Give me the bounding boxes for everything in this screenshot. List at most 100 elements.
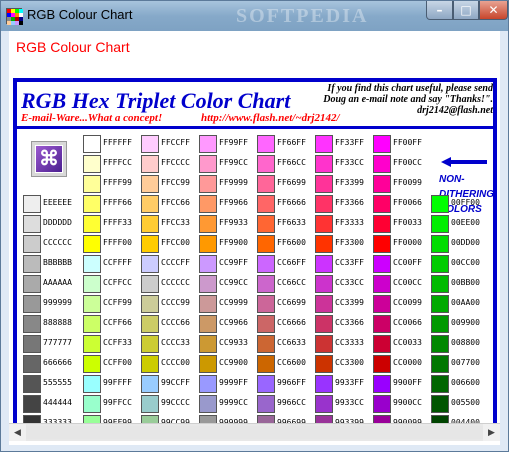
swatch-code: 00CC00 (451, 258, 480, 267)
swatch-box (83, 395, 101, 413)
swatch-row: CCFF33 CCCC33 CC9933 CC6633 CC3333 CC0033 7777… (17, 334, 493, 354)
window-title: RGB Colour Chart (27, 7, 133, 22)
swatch-code: CC66CC (277, 278, 306, 287)
swatch-box (23, 275, 41, 293)
swatch-code: CCCCCC (161, 278, 190, 287)
swatch-code: FF99FF (219, 138, 248, 147)
swatch-code: FF0099 (393, 178, 422, 187)
swatch-box (257, 135, 275, 153)
swatch-row: CCFFFF CCCCFF CC99FF CC66FF CC33FF CC00FF BBBB… (17, 254, 493, 274)
swatch-code: FF00FF (393, 138, 422, 147)
swatch-box (83, 255, 101, 273)
swatch-code: CC9966 (219, 318, 248, 327)
swatch-code: FFCC00 (161, 238, 190, 247)
swatch-code: CC3300 (335, 358, 364, 367)
swatch-box (83, 155, 101, 173)
swatch-code: CC3399 (335, 298, 364, 307)
app-window: RGB Colour Chart SOFTPEDIA – □ ✕ RGB Col… (0, 0, 509, 452)
swatch-box (431, 235, 449, 253)
swatch-box (431, 375, 449, 393)
swatch-row: CCFF99 CCCC99 CC9999 CC6699 CC3399 CC0099 9999… (17, 294, 493, 314)
horizontal-scrollbar[interactable]: ◀ ▶ (9, 423, 500, 441)
scroll-right-button[interactable]: ▶ (483, 424, 500, 441)
swatch-box (373, 375, 391, 393)
swatch-code: 007700 (451, 358, 480, 367)
swatch-code: 555555 (43, 378, 72, 387)
swatch-box (373, 155, 391, 173)
swatch-code: 99FFFF (103, 378, 132, 387)
swatch-code: 9900FF (393, 378, 422, 387)
swatch-box (199, 175, 217, 193)
swatch-box (141, 255, 159, 273)
swatch-box (373, 315, 391, 333)
swatch-code: CC9999 (219, 298, 248, 307)
swatch-code: FFFF00 (103, 238, 132, 247)
swatch-code: 9933FF (335, 378, 364, 387)
swatch-code: FF0033 (393, 218, 422, 227)
swatch-code: CCFFFF (103, 258, 132, 267)
title-bar[interactable]: RGB Colour Chart SOFTPEDIA – □ ✕ (1, 1, 508, 31)
swatch-box (199, 235, 217, 253)
swatch-box (23, 335, 41, 353)
app-icon[interactable] (6, 8, 23, 25)
swatch-box (83, 295, 101, 313)
swatch-code: FFFF99 (103, 178, 132, 187)
swatch-box (83, 355, 101, 373)
swatch-box (257, 175, 275, 193)
swatch-box (141, 215, 159, 233)
swatch-box (199, 255, 217, 273)
swatch-code: CC3333 (335, 338, 364, 347)
swatch-box (141, 175, 159, 193)
swatch-code: DDDDDD (43, 218, 72, 227)
swatch-box (23, 235, 41, 253)
chart-divider (17, 126, 493, 129)
swatch-box (257, 255, 275, 273)
swatch-code: 00FF00 (451, 198, 480, 207)
swatch-code: FF0000 (393, 238, 422, 247)
swatch-code: CC00CC (393, 278, 422, 287)
swatch-box (23, 355, 41, 373)
swatch-box (257, 295, 275, 313)
swatch-box (431, 255, 449, 273)
swatch-code: 99CCCC (161, 398, 190, 407)
swatch-row: FFFF00 FFCC00 FF9900 FF6600 FF3300 FF0000 CCCC… (17, 234, 493, 254)
swatch-code: FF66CC (277, 158, 306, 167)
swatch-code: FF3399 (335, 178, 364, 187)
swatch-code: 777777 (43, 338, 72, 347)
swatch-box (315, 375, 333, 393)
color-chart: RGB Hex Triplet Color Chart E-mail-Ware.… (13, 78, 497, 424)
swatch-box (431, 395, 449, 413)
minimize-button[interactable]: – (426, 1, 453, 20)
swatch-box (315, 355, 333, 373)
swatch-box (257, 355, 275, 373)
swatch-box (199, 395, 217, 413)
swatch-code: CC3366 (335, 318, 364, 327)
maximize-button[interactable]: □ (453, 1, 479, 20)
swatch-box (83, 135, 101, 153)
close-button[interactable]: ✕ (479, 1, 508, 20)
swatch-row: FFFF66 FFCC66 FF9966 FF6666 FF3366 FF0066 EEEE… (17, 194, 493, 214)
swatch-code: CCFF33 (103, 338, 132, 347)
swatch-box (141, 195, 159, 213)
swatch-code: FFFF66 (103, 198, 132, 207)
swatch-code: FF9966 (219, 198, 248, 207)
swatch-code: 888888 (43, 318, 72, 327)
swatch-code: EEEEEE (43, 198, 72, 207)
swatch-box (373, 195, 391, 213)
swatch-code: CCCCCC (43, 238, 72, 247)
swatch-box (83, 335, 101, 353)
swatch-code: 666666 (43, 358, 72, 367)
swatch-code: CCCC00 (161, 358, 190, 367)
swatch-box (315, 315, 333, 333)
swatch-box (83, 195, 101, 213)
swatch-code: 9933CC (335, 398, 364, 407)
swatch-code: 9999FF (219, 378, 248, 387)
swatch-box (431, 315, 449, 333)
scroll-track[interactable] (26, 426, 483, 439)
scroll-left-button[interactable]: ◀ (9, 424, 26, 441)
swatch-box (23, 315, 41, 333)
swatch-code: FF0066 (393, 198, 422, 207)
swatch-box (431, 215, 449, 233)
swatch-code: FF33FF (335, 138, 364, 147)
swatch-code: FFCC66 (161, 198, 190, 207)
